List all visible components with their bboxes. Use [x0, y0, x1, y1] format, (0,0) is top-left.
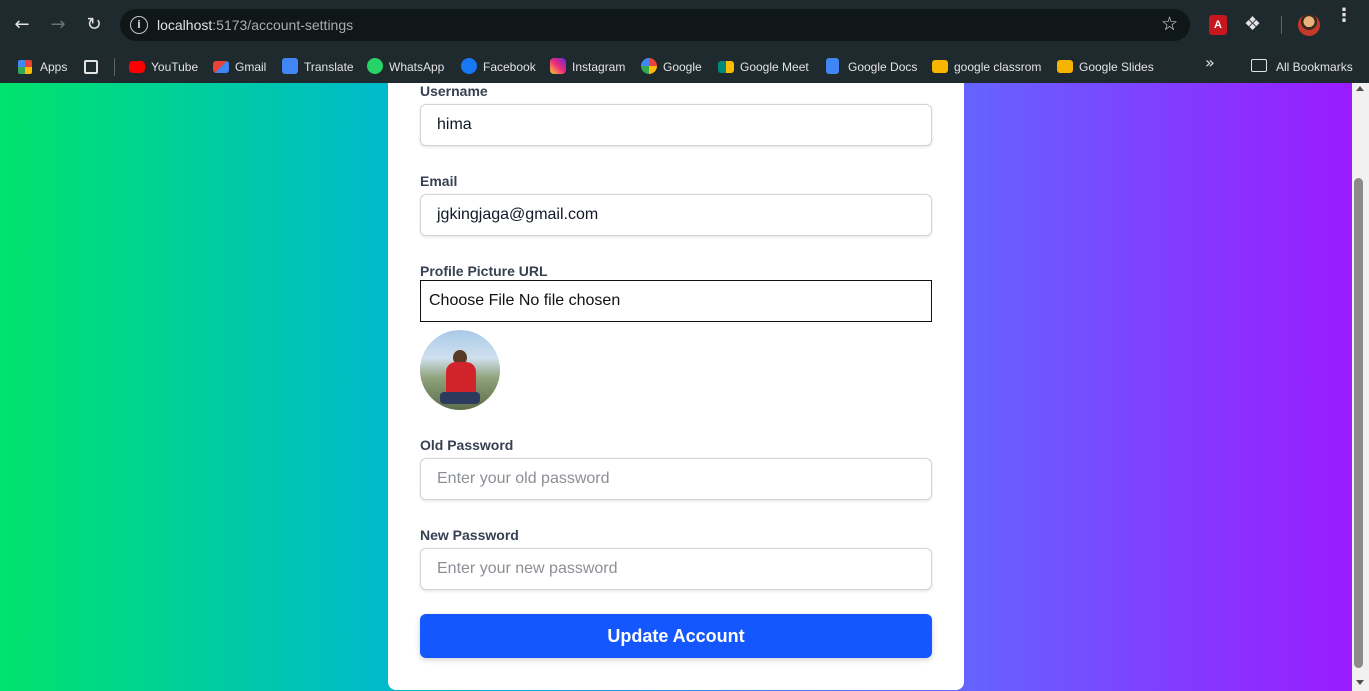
- username-input[interactable]: hima: [420, 104, 932, 146]
- update-account-button[interactable]: Update Account: [420, 614, 932, 658]
- folder-icon: [1251, 59, 1267, 72]
- account-settings-card: Username hima Email jgkingjaga@gmail.com…: [388, 83, 964, 690]
- email-input[interactable]: jgkingjaga@gmail.com: [420, 194, 932, 236]
- meet-icon: [718, 61, 734, 73]
- profile-picture-file-input[interactable]: Choose File No file chosen: [420, 280, 932, 322]
- site-info-icon[interactable]: i: [130, 16, 148, 34]
- scroll-up-arrow-icon[interactable]: [1356, 86, 1364, 91]
- email-label: Email: [420, 173, 458, 189]
- slides-icon: [1057, 60, 1073, 73]
- forward-icon[interactable]: →: [46, 13, 70, 37]
- new-password-input[interactable]: Enter your new password: [420, 548, 932, 590]
- youtube-icon: [129, 61, 145, 73]
- profile-picture-label: Profile Picture URL: [420, 263, 548, 279]
- address-url[interactable]: localhost:5173/account-settings: [157, 17, 353, 33]
- profile-avatar[interactable]: [1298, 14, 1320, 36]
- address-bar[interactable]: i localhost:5173/account-settings ☆: [120, 9, 1190, 41]
- new-password-label: New Password: [420, 527, 519, 543]
- whatsapp-icon: [367, 58, 383, 74]
- reload-icon[interactable]: ↻: [82, 13, 106, 37]
- facebook-icon: [461, 58, 477, 74]
- gmail-icon: [213, 61, 229, 73]
- browser-toolbar: ← → ↻ i localhost:5173/account-settings …: [0, 0, 1369, 50]
- kebab-menu-icon[interactable]: ⋮: [1335, 7, 1353, 25]
- scroll-down-arrow-icon[interactable]: [1356, 680, 1364, 685]
- translate-icon: [282, 58, 298, 74]
- extensions-puzzle-icon[interactable]: ❖: [1244, 13, 1261, 35]
- classroom-icon: [932, 60, 948, 73]
- avatar-person-body: [446, 362, 476, 396]
- old-password-label: Old Password: [420, 437, 514, 453]
- page-scrollbar[interactable]: [1352, 83, 1369, 691]
- docs-icon: [826, 58, 839, 74]
- google-icon: [641, 58, 657, 74]
- old-password-input[interactable]: Enter your old password: [420, 458, 932, 500]
- username-label: Username: [420, 83, 488, 99]
- avatar-person-legs: [440, 392, 480, 404]
- bookmarks-overflow-icon[interactable]: »: [1205, 53, 1215, 72]
- pdf-extension-icon[interactable]: A: [1209, 15, 1227, 35]
- bookmark-star-icon[interactable]: ☆: [1161, 13, 1178, 35]
- toolbar-divider: [1281, 16, 1282, 34]
- bookmarks-list: YouTube Gmail Translate WhatsApp Faceboo…: [0, 50, 1369, 83]
- instagram-icon: [550, 58, 566, 74]
- scrollbar-thumb[interactable]: [1354, 178, 1363, 668]
- back-icon[interactable]: ←: [10, 13, 34, 37]
- page-background: Username hima Email jgkingjaga@gmail.com…: [0, 83, 1352, 691]
- profile-picture-preview: [420, 330, 500, 410]
